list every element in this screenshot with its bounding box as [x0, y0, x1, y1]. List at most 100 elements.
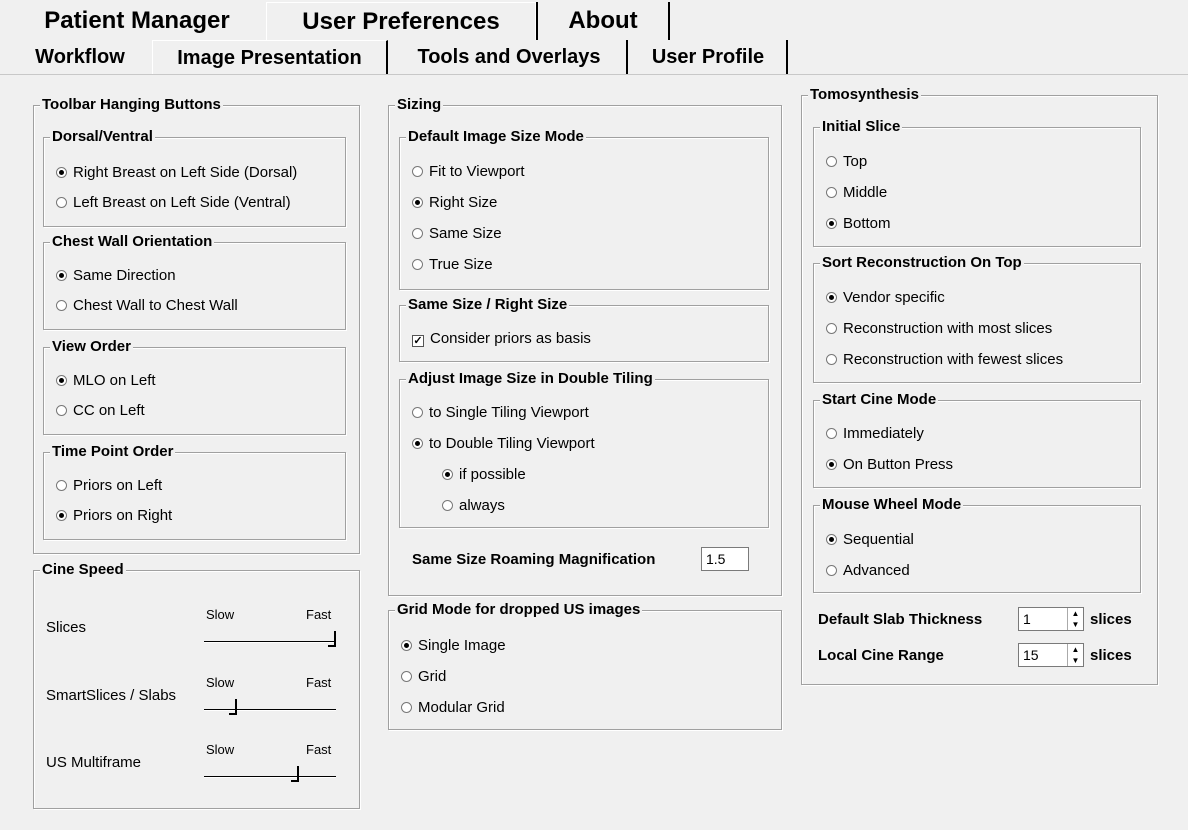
- smartslices-slider-thumb[interactable]: [228, 699, 237, 715]
- radio-indicator[interactable]: [826, 156, 837, 167]
- option-label: Chest Wall to Chest Wall: [73, 297, 238, 314]
- radio-indicator[interactable]: [442, 469, 453, 480]
- radio-single-tiling-viewport[interactable]: to Single Tiling Viewport: [412, 404, 589, 422]
- radio-indicator[interactable]: [412, 438, 423, 449]
- tab-patient-manager[interactable]: Patient Manager: [12, 2, 262, 40]
- radio-mlo-on-left[interactable]: MLO on Left: [56, 372, 156, 390]
- slider-label-slices: Slices: [46, 619, 87, 636]
- us-multiframe-slider-track[interactable]: [204, 776, 336, 778]
- option-label: Same Size: [429, 225, 502, 242]
- radio-grid[interactable]: Grid: [401, 668, 446, 686]
- radio-indicator[interactable]: [442, 500, 453, 511]
- radio-indicator[interactable]: [401, 702, 412, 713]
- radio-fewest-slices[interactable]: Reconstruction with fewest slices: [826, 351, 1063, 369]
- radio-priors-on-left[interactable]: Priors on Left: [56, 477, 162, 495]
- radio-if-possible[interactable]: if possible: [442, 466, 526, 484]
- toolbar-hanging-group: Toolbar Hanging Buttons Dorsal/Ventral R…: [33, 96, 360, 554]
- tab-about[interactable]: About: [536, 2, 670, 40]
- radio-indicator[interactable]: [56, 197, 67, 208]
- radio-bottom[interactable]: Bottom: [826, 215, 891, 233]
- radio-vendor-specific[interactable]: Vendor specific: [826, 289, 945, 307]
- tab-user-preferences[interactable]: User Preferences: [266, 2, 536, 40]
- radio-modular-grid[interactable]: Modular Grid: [401, 699, 505, 717]
- radio-indicator[interactable]: [826, 292, 837, 303]
- slab-thickness-spinner[interactable]: ▲ ▼: [1067, 608, 1083, 630]
- slices-slider-thumb[interactable]: [328, 631, 336, 647]
- fast-label: Fast: [306, 742, 332, 757]
- sort-reconstruction-group: Sort Reconstruction On Top Vendor specif…: [813, 254, 1141, 383]
- radio-indicator[interactable]: [56, 480, 67, 491]
- group-title: Tomosynthesis: [808, 86, 921, 104]
- tab-image-presentation[interactable]: Image Presentation: [152, 40, 388, 74]
- radio-same-direction[interactable]: Same Direction: [56, 267, 176, 285]
- option-label: Grid: [418, 668, 447, 685]
- slab-thickness-input[interactable]: 1 ▲ ▼: [1018, 607, 1084, 631]
- roaming-magnification-input[interactable]: 1.5: [701, 547, 749, 571]
- radio-same-size[interactable]: Same Size: [412, 225, 502, 243]
- spin-down-icon[interactable]: ▼: [1068, 619, 1083, 630]
- mouse-wheel-mode-group: Mouse Wheel Mode Sequential Advanced: [813, 496, 1141, 593]
- radio-indicator[interactable]: [826, 459, 837, 470]
- radio-indicator[interactable]: [412, 407, 423, 418]
- tab-workflow[interactable]: Workflow: [12, 40, 148, 74]
- radio-indicator[interactable]: [826, 187, 837, 198]
- radio-advanced[interactable]: Advanced: [826, 562, 910, 580]
- radio-indicator[interactable]: [412, 228, 423, 239]
- group-title: Toolbar Hanging Buttons: [40, 96, 223, 114]
- slow-label: Slow: [206, 742, 235, 757]
- radio-cc-on-left[interactable]: CC on Left: [56, 402, 145, 420]
- spin-down-icon[interactable]: ▼: [1068, 655, 1083, 666]
- local-cine-range-spinner[interactable]: ▲ ▼: [1067, 644, 1083, 666]
- radio-right-breast-dorsal[interactable]: Right Breast on Left Side (Dorsal): [56, 164, 297, 182]
- us-multiframe-slider-thumb[interactable]: [290, 766, 299, 782]
- radio-indicator[interactable]: [56, 300, 67, 311]
- radio-indicator[interactable]: [826, 565, 837, 576]
- radio-sequential[interactable]: Sequential: [826, 531, 914, 549]
- radio-single-image[interactable]: Single Image: [401, 637, 506, 655]
- tab-tools-and-overlays[interactable]: Tools and Overlays: [392, 40, 628, 74]
- double-tiling-group: Adjust Image Size in Double Tiling to Si…: [399, 370, 769, 528]
- radio-most-slices[interactable]: Reconstruction with most slices: [826, 320, 1052, 338]
- radio-indicator[interactable]: [826, 428, 837, 439]
- radio-indicator[interactable]: [56, 270, 67, 281]
- radio-indicator[interactable]: [826, 534, 837, 545]
- local-cine-range-input[interactable]: 15 ▲ ▼: [1018, 643, 1084, 667]
- radio-indicator[interactable]: [401, 671, 412, 682]
- radio-indicator[interactable]: [56, 375, 67, 386]
- radio-indicator[interactable]: [401, 640, 412, 651]
- radio-right-size[interactable]: Right Size: [412, 194, 497, 212]
- tab-user-profile[interactable]: User Profile: [630, 40, 788, 74]
- radio-double-tiling-viewport[interactable]: to Double Tiling Viewport: [412, 435, 595, 453]
- smartslices-slider-track[interactable]: [204, 709, 336, 711]
- option-label: CC on Left: [73, 402, 145, 419]
- group-title: Grid Mode for dropped US images: [395, 601, 643, 619]
- checkbox-consider-priors[interactable]: ✓ Consider priors as basis: [412, 330, 591, 348]
- radio-middle[interactable]: Middle: [826, 184, 887, 202]
- radio-fit-to-viewport[interactable]: Fit to Viewport: [412, 163, 525, 181]
- radio-always[interactable]: always: [442, 497, 505, 515]
- slab-thickness-value: 1: [1023, 611, 1031, 627]
- radio-indicator[interactable]: [56, 510, 67, 521]
- radio-chest-wall-to-chest-wall[interactable]: Chest Wall to Chest Wall: [56, 297, 238, 315]
- slices-slider-track[interactable]: [204, 641, 336, 643]
- radio-priors-on-right[interactable]: Priors on Right: [56, 507, 172, 525]
- spin-up-icon[interactable]: ▲: [1068, 644, 1083, 655]
- radio-indicator[interactable]: [56, 167, 67, 178]
- option-label: MLO on Left: [73, 372, 156, 389]
- radio-true-size[interactable]: True Size: [412, 256, 493, 274]
- radio-indicator[interactable]: [56, 405, 67, 416]
- spin-up-icon[interactable]: ▲: [1068, 608, 1083, 619]
- radio-indicator[interactable]: [412, 166, 423, 177]
- radio-on-button-press[interactable]: On Button Press: [826, 456, 953, 474]
- radio-indicator[interactable]: [826, 354, 837, 365]
- option-label: Middle: [843, 184, 888, 201]
- radio-top[interactable]: Top: [826, 153, 867, 171]
- checkbox-indicator[interactable]: ✓: [412, 335, 424, 347]
- option-label: Right Breast on Left Side (Dorsal): [73, 164, 298, 181]
- radio-indicator[interactable]: [412, 197, 423, 208]
- radio-indicator[interactable]: [412, 259, 423, 270]
- radio-immediately[interactable]: Immediately: [826, 425, 924, 443]
- radio-left-breast-ventral[interactable]: Left Breast on Left Side (Ventral): [56, 194, 291, 212]
- radio-indicator[interactable]: [826, 323, 837, 334]
- radio-indicator[interactable]: [826, 218, 837, 229]
